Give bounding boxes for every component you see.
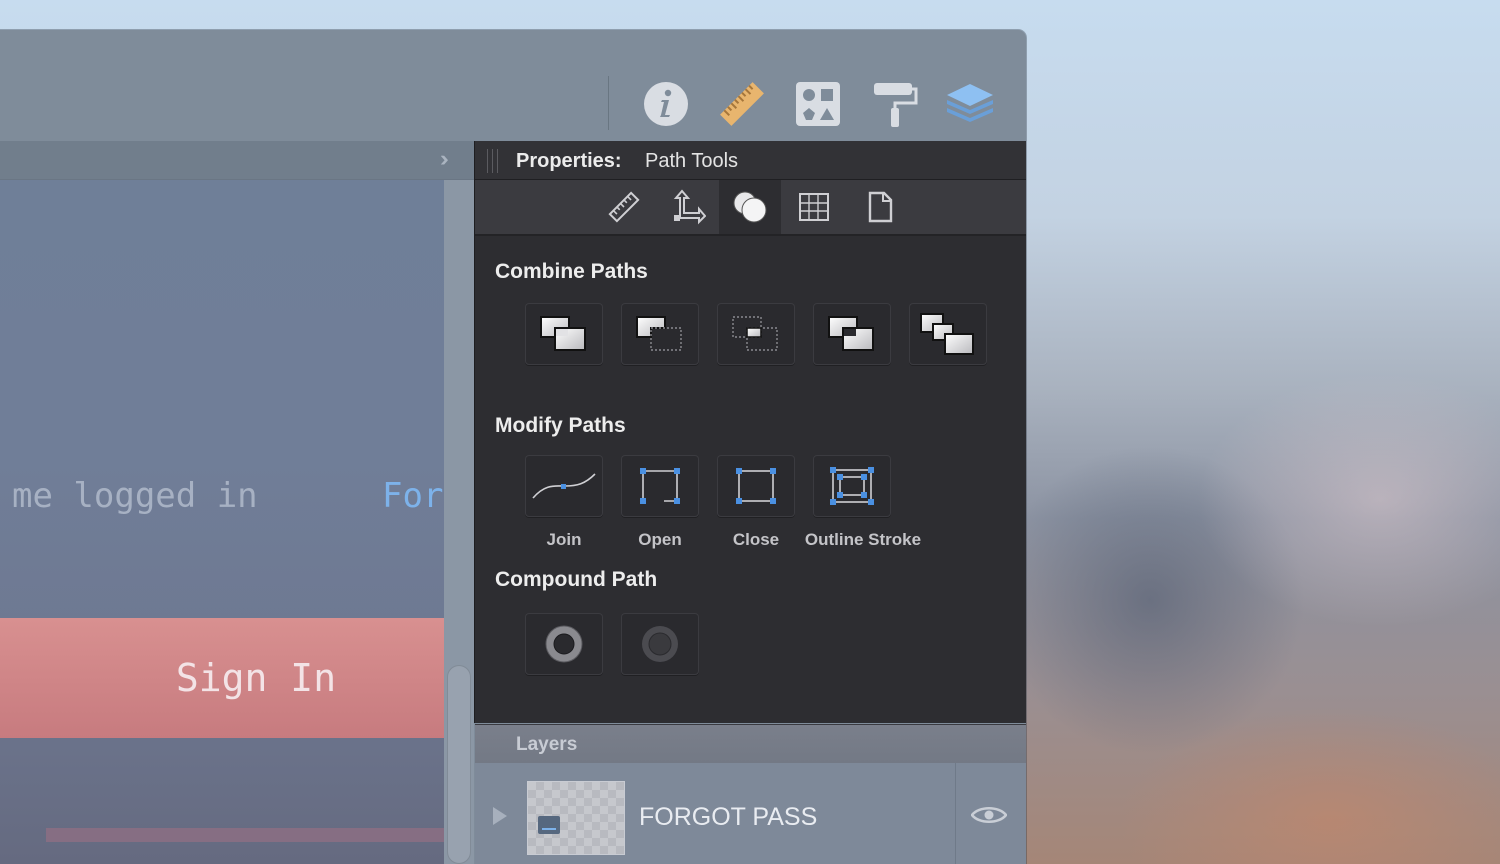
outline-stroke-icon[interactable]: [813, 455, 891, 517]
canvas-scrollbar-thumb[interactable]: [447, 665, 471, 864]
canvas-bar: [46, 828, 444, 842]
layer-thumbnail: [527, 781, 625, 855]
join-path-icon[interactable]: [525, 455, 603, 517]
ruler-icon[interactable]: [716, 78, 768, 130]
sign-in-button[interactable]: Sign In: [0, 618, 444, 738]
make-compound-icon[interactable]: [525, 613, 603, 675]
ruler-tab-icon[interactable]: [593, 180, 655, 234]
layer-row[interactable]: FORGOT PASS: [475, 763, 1026, 864]
layer-divider: [955, 763, 956, 864]
layer-name[interactable]: FORGOT PASS: [639, 803, 817, 832]
modify-paths-heading: Modify Paths: [495, 414, 626, 437]
close-label: Close: [732, 530, 780, 549]
path-tools-tab-icon[interactable]: [719, 180, 781, 234]
intersect-icon[interactable]: [717, 303, 795, 365]
properties-panel: Properties: Path Tools Combine Paths Mod…: [475, 141, 1026, 723]
compound-path-heading: Compound Path: [495, 568, 658, 591]
open-label: Open: [638, 530, 682, 549]
union-icon[interactable]: [525, 303, 603, 365]
grid-tab-icon[interactable]: [783, 180, 845, 234]
open-path-icon[interactable]: [621, 455, 699, 517]
properties-context: Path Tools: [645, 150, 739, 172]
drag-grip-icon[interactable]: [487, 149, 501, 173]
combine-paths-heading: Combine Paths: [495, 260, 648, 283]
subtract-icon[interactable]: [621, 303, 699, 365]
left-panel-header: [0, 141, 474, 180]
document-tab-icon[interactable]: [849, 180, 911, 234]
info-icon[interactable]: [640, 78, 692, 130]
exclude-icon[interactable]: [813, 303, 891, 365]
remember-me-text: me logged in: [12, 476, 258, 516]
divide-icon[interactable]: [909, 303, 987, 365]
layers-header[interactable]: Layers: [475, 724, 1026, 763]
properties-tabbar: [475, 180, 1026, 236]
release-compound-icon[interactable]: [621, 613, 699, 675]
forgot-password-link[interactable]: For: [382, 476, 443, 516]
disclosure-triangle-icon[interactable]: [493, 807, 507, 825]
layers-title: Layers: [516, 734, 578, 755]
design-canvas[interactable]: me logged in For Sign In: [0, 180, 444, 864]
transform-tab-icon[interactable]: [657, 180, 719, 234]
join-label: Join: [546, 530, 582, 549]
properties-title-bar[interactable]: Properties: Path Tools: [475, 141, 1026, 180]
thumbnail-content: [538, 816, 560, 834]
outline-stroke-label: Outline Stroke: [804, 530, 922, 549]
layers-icon[interactable]: [944, 78, 996, 130]
properties-label: Properties:: [516, 150, 622, 172]
close-path-icon[interactable]: [717, 455, 795, 517]
sign-in-label: Sign In: [175, 656, 337, 700]
eye-icon[interactable]: [970, 805, 1008, 830]
shapes-icon[interactable]: [792, 78, 844, 130]
paint-roller-icon[interactable]: [868, 78, 920, 130]
expand-chevron-icon[interactable]: ››: [440, 146, 448, 172]
toolbar-separator: [608, 76, 609, 130]
